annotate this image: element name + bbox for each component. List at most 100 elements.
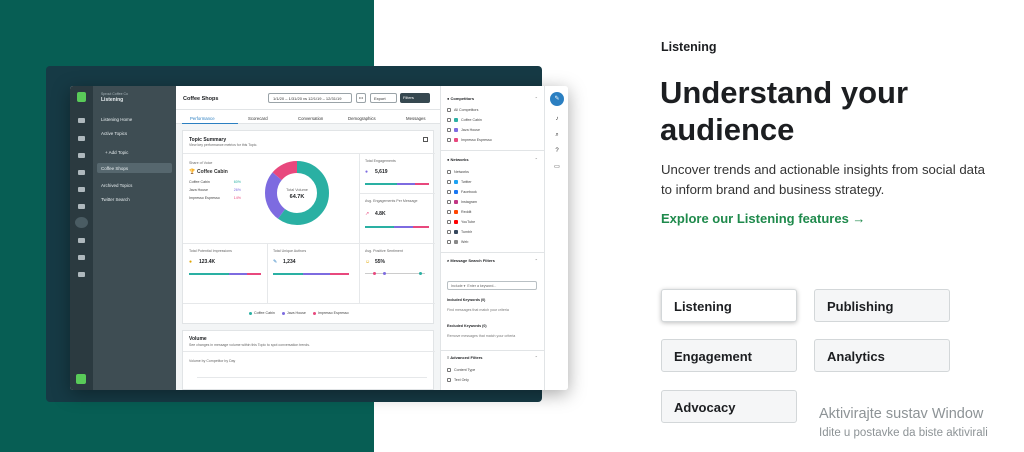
- tasks-icon[interactable]: [78, 136, 85, 141]
- filter-twitter[interactable]: Twitter: [447, 180, 472, 185]
- filter-coffee-cabin[interactable]: Coffee Cabin: [447, 118, 482, 123]
- nav-item-listening-home[interactable]: Listening Home: [101, 117, 132, 122]
- include-select[interactable]: Include: [451, 284, 463, 288]
- chevron-up-icon[interactable]: ⌃: [535, 96, 538, 101]
- pen-icon: ✎: [273, 259, 278, 265]
- divider: [441, 350, 545, 351]
- hero-description: Uncover trends and actionable insights f…: [661, 162, 986, 197]
- hero-headline: Understand your audience: [660, 75, 909, 147]
- pill-engagement[interactable]: Engagement: [661, 339, 797, 372]
- export-button[interactable]: Export: [370, 93, 397, 103]
- sprout-logo-icon: [77, 92, 86, 102]
- date-range-button[interactable]: 1/1/20 – 1/31/20 vs 12/1/19 – 12/31/19: [268, 93, 352, 103]
- filter-youtube[interactable]: YouTube: [447, 220, 475, 225]
- networks-header[interactable]: ● Networks: [447, 157, 469, 162]
- filters-button[interactable]: Filters: [400, 93, 430, 103]
- filter-tumblr[interactable]: Tumblr: [447, 230, 472, 235]
- pill-advocacy[interactable]: Advocacy: [661, 390, 797, 423]
- competitor-row: Coffee Cabin 60%: [189, 180, 241, 184]
- add-topic-button[interactable]: + Add Topic: [105, 150, 128, 155]
- nav-item-coffee-shops[interactable]: Coffee Shops: [97, 163, 172, 173]
- page-title: Coffee Shops: [183, 96, 219, 102]
- listening-icon[interactable]: [75, 217, 88, 228]
- compose-button[interactable]: ✎: [550, 92, 564, 106]
- filter-all-competitors[interactable]: All Competitors: [447, 108, 478, 113]
- keyword-input[interactable]: Include ▾ Enter a keyword...: [447, 281, 537, 290]
- listening-nav: Sprout Coffee Co Listening Listening Hom…: [93, 86, 176, 390]
- authors-value: 1,234: [283, 259, 296, 265]
- share-of-voice-label: Share of Voice: [189, 161, 213, 165]
- filter-facebook[interactable]: Facebook: [447, 190, 477, 195]
- tab-demographics[interactable]: Demographics: [348, 116, 376, 121]
- publishing-icon[interactable]: [78, 153, 85, 158]
- explore-listening-link[interactable]: Explore our Listening features →: [661, 211, 865, 226]
- competitor-name: Coffee Cabin: [189, 180, 210, 184]
- pill-publishing[interactable]: Publishing: [814, 289, 950, 322]
- tab-performance[interactable]: Performance: [190, 116, 215, 121]
- inbox-icon[interactable]: [78, 118, 85, 123]
- keyboard-icon[interactable]: ▭: [554, 164, 560, 170]
- briefcase-icon[interactable]: [78, 255, 85, 260]
- tab-scorecard[interactable]: Scorecard: [248, 116, 268, 121]
- excluded-keywords-label: Excluded Keywords (0): [447, 324, 487, 328]
- nav-item-archived-topics[interactable]: Archived Topics: [101, 183, 132, 188]
- profile-icon[interactable]: [76, 374, 86, 384]
- reports-icon[interactable]: [78, 238, 85, 243]
- filter-all-networks[interactable]: Networks: [447, 170, 469, 175]
- reviews-icon[interactable]: [78, 170, 85, 175]
- advanced-filters-header[interactable]: ≡ Advanced Filters: [447, 355, 483, 360]
- send-icon[interactable]: [78, 204, 85, 209]
- utility-rail: ✎ ♪ ⌕ ? ▭: [544, 86, 568, 390]
- filter-java-house[interactable]: Java House: [447, 128, 480, 133]
- chevron-up-icon[interactable]: ⌃: [535, 258, 538, 263]
- help-icon[interactable]: ?: [554, 148, 560, 154]
- more-button[interactable]: •••: [356, 93, 366, 103]
- competitor-pct: 14%: [233, 196, 241, 200]
- legend-item: Impresso Espresso: [317, 311, 349, 315]
- filter-content-type[interactable]: Content Type: [447, 368, 475, 373]
- pill-listening[interactable]: Listening: [661, 289, 797, 322]
- avg-engagements-label: Avg. Engagements Per Message: [365, 199, 418, 203]
- icon-rail: [70, 86, 93, 390]
- search-icon[interactable]: ⌕: [554, 132, 560, 138]
- chevron-up-icon[interactable]: ⌃: [535, 355, 538, 360]
- app-screenshot: Sprout Coffee Co Listening Listening Hom…: [70, 86, 568, 390]
- sentiment-value: 55%: [375, 259, 386, 265]
- share-of-voice-donut: Total Volume 64.7K: [265, 161, 329, 225]
- tab-messages[interactable]: Messages: [406, 116, 426, 121]
- nav-title: Listening: [101, 97, 124, 103]
- list-icon[interactable]: [78, 187, 85, 192]
- nav-item-active-topics[interactable]: Active Topics: [101, 131, 127, 136]
- chevron-up-icon[interactable]: ⌃: [535, 157, 538, 162]
- volume-chart-label: Volume by Competitor by Day: [189, 359, 236, 363]
- authors-bar: [273, 273, 349, 275]
- report-tabs: Performance Scorecard Conversation Demog…: [176, 110, 440, 124]
- filter-reddit[interactable]: Reddit: [447, 210, 471, 215]
- eye-icon: ●: [189, 259, 193, 265]
- topic-summary-subtitle: View key performance metrics for this To…: [189, 143, 258, 147]
- avg-engagements-bar: [365, 226, 429, 228]
- chat-icon: ●: [365, 169, 369, 175]
- chart-legend: Coffee Cabin Java House Impresso Espress…: [243, 311, 349, 315]
- panel-menu-icon[interactable]: [423, 137, 428, 142]
- divider: [441, 252, 545, 253]
- divider: [441, 150, 545, 151]
- volume-title: Volume: [189, 336, 207, 342]
- avg-engagements-value: 4.8K: [375, 211, 386, 217]
- divider: [359, 153, 360, 303]
- competitors-header[interactable]: ● Competitors: [447, 96, 474, 101]
- legend-item: Coffee Cabin: [254, 311, 275, 315]
- filter-impresso-espresso[interactable]: Impresso Espresso: [447, 138, 492, 143]
- divider: [183, 303, 435, 304]
- bell-icon[interactable]: ♪: [554, 116, 560, 122]
- section-eyebrow: Listening: [661, 40, 717, 54]
- nav-item-twitter-search[interactable]: Twitter Search: [101, 197, 130, 202]
- included-keywords-hint: Find messages that match your criteria: [447, 308, 509, 312]
- filter-instagram[interactable]: Instagram: [447, 200, 477, 205]
- filter-web[interactable]: Web: [447, 240, 468, 245]
- star-icon[interactable]: [78, 272, 85, 277]
- filter-text-only[interactable]: Text Only: [447, 378, 469, 383]
- tab-conversation[interactable]: Conversation: [298, 116, 323, 121]
- pill-analytics[interactable]: Analytics: [814, 339, 950, 372]
- search-filters-header[interactable]: ⌕ Message Search Filters: [447, 258, 495, 263]
